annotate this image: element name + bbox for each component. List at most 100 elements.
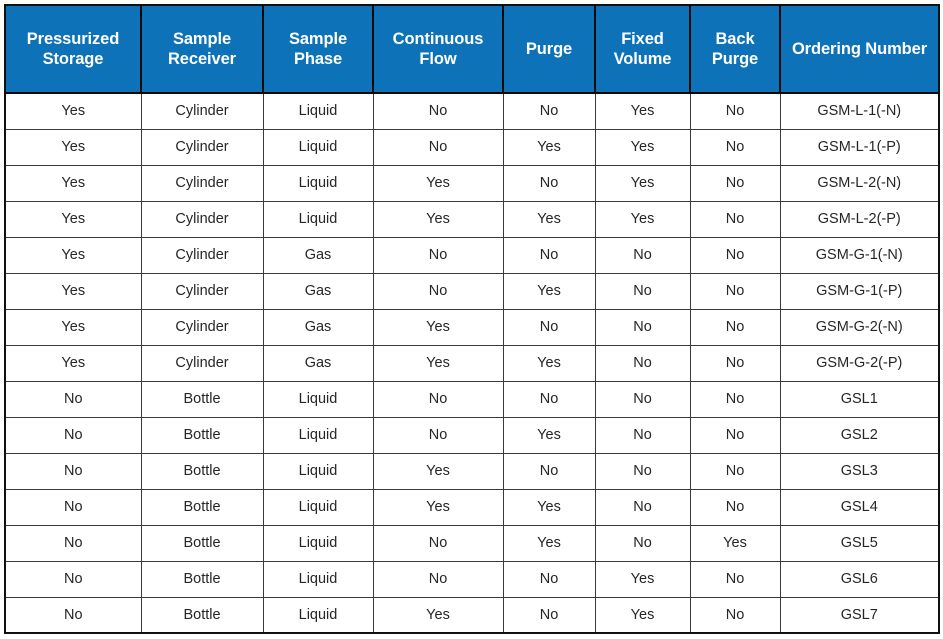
- cell-sample-receiver: Cylinder: [141, 345, 264, 382]
- cell-sample-receiver: Bottle: [141, 597, 264, 633]
- cell-back-purge: No: [690, 381, 781, 418]
- cell-continuous-flow: Yes: [373, 597, 504, 633]
- cell-continuous-flow: No: [373, 237, 504, 274]
- cell-purge: No: [503, 309, 596, 346]
- cell-sample-receiver: Cylinder: [141, 165, 264, 202]
- cell-back-purge: No: [690, 93, 781, 130]
- cell-sample-receiver: Cylinder: [141, 201, 264, 238]
- cell-sample-receiver: Bottle: [141, 417, 264, 454]
- cell-pressurized-storage: No: [5, 561, 142, 598]
- cell-continuous-flow: Yes: [373, 345, 504, 382]
- cell-ordering-number: GSL4: [780, 489, 939, 526]
- table-row: No Bottle Liquid No Yes No Yes GSL5: [5, 525, 939, 562]
- cell-sample-phase: Liquid: [263, 165, 374, 202]
- cell-back-purge: No: [690, 201, 781, 238]
- cell-fixed-volume: Yes: [595, 129, 691, 166]
- cell-purge: No: [503, 165, 596, 202]
- cell-sample-phase: Liquid: [263, 417, 374, 454]
- cell-back-purge: No: [690, 561, 781, 598]
- cell-ordering-number: GSL6: [780, 561, 939, 598]
- cell-sample-phase: Liquid: [263, 489, 374, 526]
- cell-fixed-volume: No: [595, 309, 691, 346]
- cell-purge: No: [503, 93, 596, 130]
- cell-pressurized-storage: No: [5, 489, 142, 526]
- cell-back-purge: Yes: [690, 525, 781, 562]
- cell-purge: No: [503, 381, 596, 418]
- cell-sample-receiver: Cylinder: [141, 129, 264, 166]
- column-header-back-purge: Back Purge: [690, 5, 781, 94]
- cell-continuous-flow: No: [373, 417, 504, 454]
- cell-back-purge: No: [690, 237, 781, 274]
- cell-pressurized-storage: No: [5, 417, 142, 454]
- page-root: Pressurized Storage Sample Receiver Samp…: [0, 0, 943, 639]
- cell-back-purge: No: [690, 309, 781, 346]
- specification-table: Pressurized Storage Sample Receiver Samp…: [4, 4, 940, 634]
- cell-continuous-flow: No: [373, 129, 504, 166]
- cell-back-purge: No: [690, 597, 781, 633]
- cell-sample-receiver: Bottle: [141, 561, 264, 598]
- cell-ordering-number: GSL2: [780, 417, 939, 454]
- cell-sample-phase: Gas: [263, 273, 374, 310]
- cell-purge: Yes: [503, 489, 596, 526]
- cell-ordering-number: GSM-L-2(-N): [780, 165, 939, 202]
- table-header: Pressurized Storage Sample Receiver Samp…: [5, 5, 939, 94]
- cell-pressurized-storage: No: [5, 453, 142, 490]
- cell-continuous-flow: Yes: [373, 201, 504, 238]
- cell-pressurized-storage: Yes: [5, 165, 142, 202]
- cell-ordering-number: GSM-G-1(-P): [780, 273, 939, 310]
- cell-fixed-volume: Yes: [595, 597, 691, 633]
- column-header-pressurized-storage: Pressurized Storage: [5, 5, 142, 94]
- cell-purge: Yes: [503, 273, 596, 310]
- cell-continuous-flow: Yes: [373, 489, 504, 526]
- cell-sample-phase: Liquid: [263, 525, 374, 562]
- cell-sample-phase: Liquid: [263, 381, 374, 418]
- cell-purge: No: [503, 561, 596, 598]
- cell-sample-receiver: Bottle: [141, 489, 264, 526]
- cell-pressurized-storage: No: [5, 381, 142, 418]
- cell-ordering-number: GSL7: [780, 597, 939, 633]
- cell-ordering-number: GSL5: [780, 525, 939, 562]
- cell-purge: Yes: [503, 345, 596, 382]
- cell-fixed-volume: Yes: [595, 201, 691, 238]
- cell-ordering-number: GSM-L-2(-P): [780, 201, 939, 238]
- cell-pressurized-storage: Yes: [5, 93, 142, 130]
- cell-fixed-volume: No: [595, 489, 691, 526]
- cell-purge: No: [503, 453, 596, 490]
- column-header-sample-receiver: Sample Receiver: [141, 5, 264, 94]
- cell-back-purge: No: [690, 489, 781, 526]
- cell-purge: No: [503, 237, 596, 274]
- cell-sample-receiver: Bottle: [141, 525, 264, 562]
- column-header-sample-phase: Sample Phase: [263, 5, 374, 94]
- cell-sample-phase: Gas: [263, 309, 374, 346]
- cell-back-purge: No: [690, 129, 781, 166]
- cell-fixed-volume: Yes: [595, 93, 691, 130]
- cell-fixed-volume: No: [595, 273, 691, 310]
- cell-continuous-flow: Yes: [373, 453, 504, 490]
- cell-pressurized-storage: Yes: [5, 273, 142, 310]
- cell-fixed-volume: No: [595, 237, 691, 274]
- cell-sample-receiver: Cylinder: [141, 309, 264, 346]
- cell-fixed-volume: No: [595, 417, 691, 454]
- cell-purge: Yes: [503, 201, 596, 238]
- table-row: Yes Cylinder Liquid No Yes Yes No GSM-L-…: [5, 129, 939, 166]
- cell-continuous-flow: Yes: [373, 309, 504, 346]
- table-row: No Bottle Liquid No No No No GSL1: [5, 381, 939, 418]
- table-row: Yes Cylinder Gas Yes No No No GSM-G-2(-N…: [5, 309, 939, 346]
- cell-back-purge: No: [690, 453, 781, 490]
- column-header-fixed-volume: Fixed Volume: [595, 5, 691, 94]
- cell-purge: Yes: [503, 129, 596, 166]
- table-row: Yes Cylinder Gas Yes Yes No No GSM-G-2(-…: [5, 345, 939, 382]
- cell-sample-phase: Liquid: [263, 453, 374, 490]
- cell-pressurized-storage: Yes: [5, 345, 142, 382]
- column-header-ordering-number: Ordering Number: [780, 5, 939, 94]
- cell-fixed-volume: No: [595, 525, 691, 562]
- table-row: No Bottle Liquid Yes No Yes No GSL7: [5, 597, 939, 633]
- column-header-purge: Purge: [503, 5, 596, 94]
- cell-pressurized-storage: Yes: [5, 237, 142, 274]
- table-row: No Bottle Liquid Yes No No No GSL3: [5, 453, 939, 490]
- cell-back-purge: No: [690, 345, 781, 382]
- table-row: Yes Cylinder Gas No Yes No No GSM-G-1(-P…: [5, 273, 939, 310]
- table-row: Yes Cylinder Liquid Yes No Yes No GSM-L-…: [5, 165, 939, 202]
- cell-fixed-volume: No: [595, 345, 691, 382]
- cell-purge: Yes: [503, 525, 596, 562]
